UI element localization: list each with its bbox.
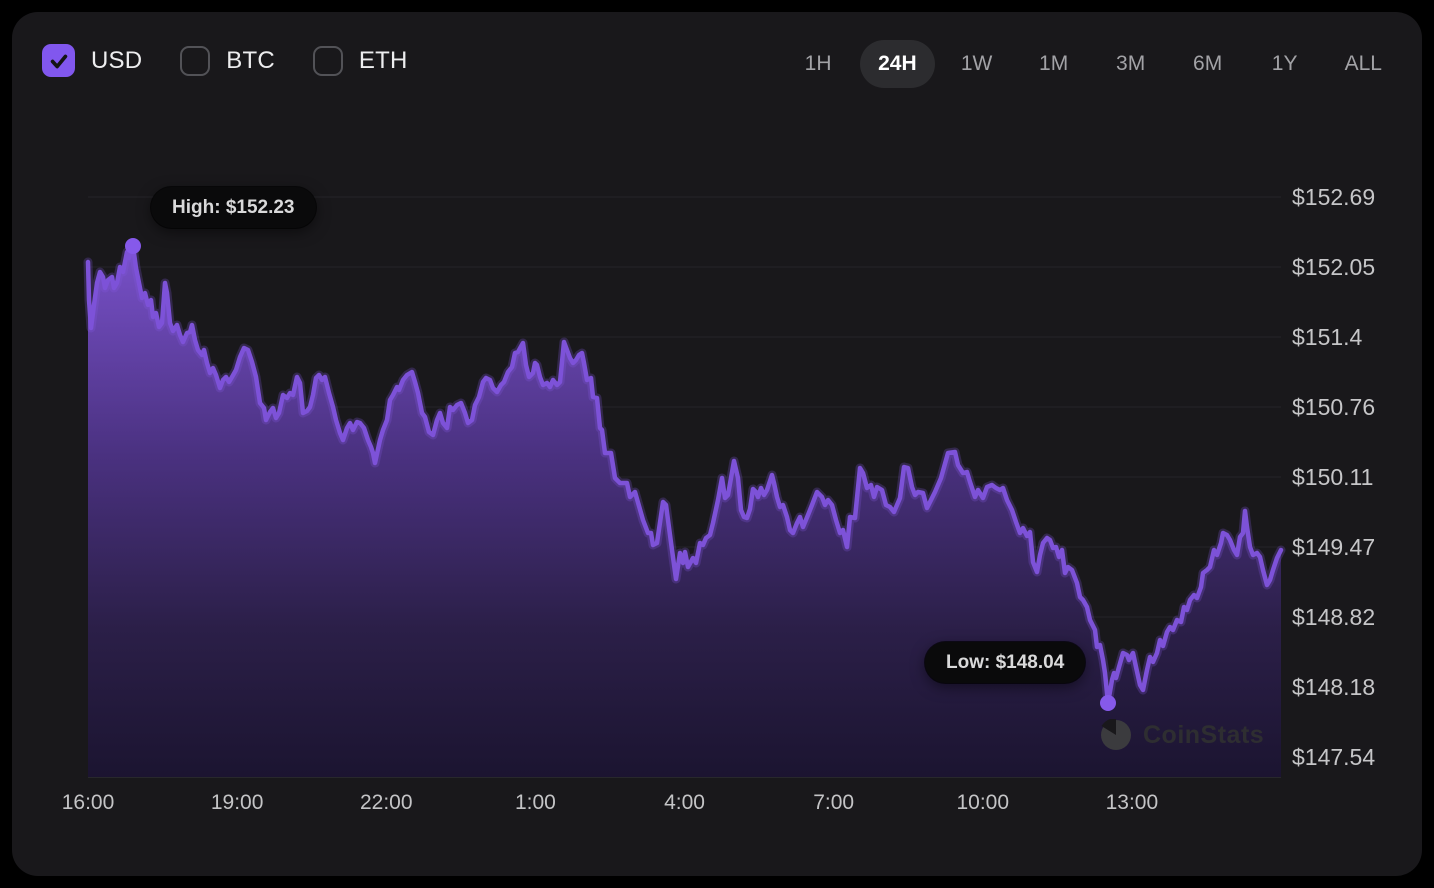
- x-axis-label: 22:00: [341, 791, 431, 815]
- coinstats-watermark: CoinStats: [1100, 719, 1264, 751]
- y-axis-label: $152.05: [1292, 254, 1422, 280]
- stage: USD BTC ETH 1H 24H 1W 1M 3M 6M 1Y ALL $152.69 $152…: [0, 0, 1434, 888]
- x-axis-label: 19:00: [192, 791, 282, 815]
- coinstats-logo-icon: [1100, 719, 1132, 751]
- currency-toggle-btc[interactable]: BTC: [180, 46, 275, 76]
- y-axis-label: $148.82: [1292, 604, 1422, 630]
- checkbox-unchecked-icon: [313, 46, 343, 76]
- x-axis-label: 13:00: [1087, 791, 1177, 815]
- y-axis-label: $150.76: [1292, 394, 1422, 420]
- x-axis-label: 1:00: [490, 791, 580, 815]
- price-chart[interactable]: [0, 0, 1434, 888]
- y-axis-label: $152.69: [1292, 184, 1422, 210]
- range-button-6m[interactable]: 6M: [1191, 52, 1225, 76]
- x-axis-label: 4:00: [640, 791, 730, 815]
- checkbox-unchecked-icon: [180, 46, 210, 76]
- range-button-1w[interactable]: 1W: [960, 52, 994, 76]
- low-tooltip: Low: $148.04: [925, 642, 1085, 683]
- y-axis-label: $148.18: [1292, 674, 1422, 700]
- y-axis-label: $149.47: [1292, 534, 1422, 560]
- currency-label: ETH: [359, 47, 408, 75]
- price-area: [88, 246, 1281, 777]
- high-point-marker: [125, 238, 141, 254]
- range-button-24h[interactable]: 24H: [860, 40, 935, 88]
- currency-label: USD: [91, 47, 142, 75]
- currency-toggles: USD BTC ETH: [42, 44, 446, 77]
- checkbox-checked-icon: [42, 44, 75, 77]
- x-axis-label: 7:00: [789, 791, 879, 815]
- high-tooltip: High: $152.23: [151, 187, 316, 228]
- x-axis-label: 10:00: [938, 791, 1028, 815]
- currency-toggle-eth[interactable]: ETH: [313, 46, 408, 76]
- currency-toggle-usd[interactable]: USD: [42, 44, 142, 77]
- currency-label: BTC: [226, 47, 275, 75]
- range-button-all[interactable]: ALL: [1345, 52, 1382, 76]
- range-button-1h[interactable]: 1H: [801, 52, 835, 76]
- y-axis-label: $150.11: [1292, 464, 1422, 490]
- low-point-marker: [1100, 695, 1116, 711]
- range-button-1m[interactable]: 1M: [1037, 52, 1071, 76]
- y-axis-label: $151.4: [1292, 324, 1422, 350]
- x-axis-label: 16:00: [43, 791, 133, 815]
- range-button-1y[interactable]: 1Y: [1268, 52, 1302, 76]
- range-buttons: 1H 24H 1W 1M 3M 6M 1Y ALL: [801, 40, 1382, 88]
- y-axis-label: $147.54: [1292, 744, 1422, 770]
- range-button-3m[interactable]: 3M: [1114, 52, 1148, 76]
- watermark-label: CoinStats: [1143, 721, 1264, 750]
